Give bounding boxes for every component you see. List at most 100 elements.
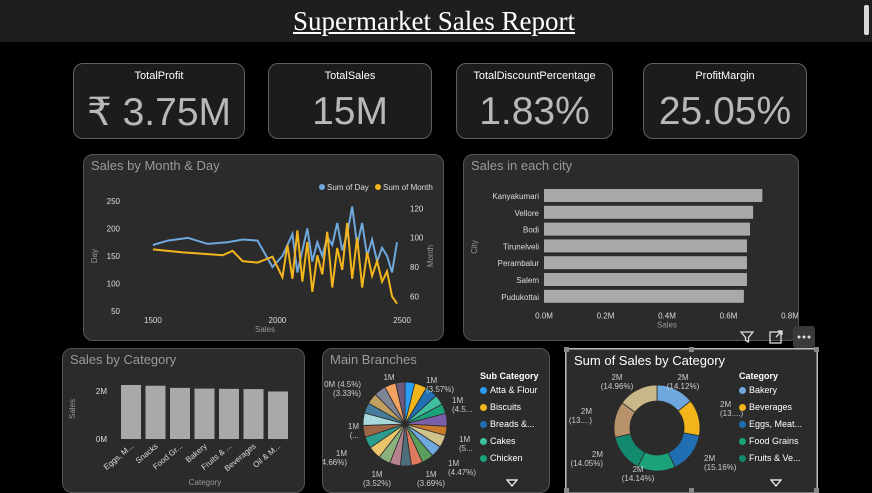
data-label: (14.12%) (667, 382, 700, 391)
kpi-profit-margin[interactable]: ProfitMargin 25.05% (643, 63, 807, 139)
legend-item[interactable]: Beverages (739, 402, 792, 412)
kpi-label: TotalSales (324, 70, 376, 82)
data-label: 1M (336, 449, 347, 458)
y-tick-label: 0M (96, 435, 107, 444)
category-bar (170, 387, 190, 439)
data-label: (13....) (569, 416, 592, 425)
data-label: (4.5... (452, 405, 472, 414)
data-label: 1M (459, 435, 470, 444)
x-tick-label: 2000 (269, 316, 287, 325)
category-panel[interactable]: Sales by Category 2M 0M Eggs, M... Snacks Fo… (62, 348, 305, 493)
kpi-label: ProfitMargin (695, 70, 755, 82)
legend-item[interactable]: Breads &... (480, 419, 535, 429)
focus-mode-icon[interactable] (765, 326, 787, 348)
category-label: Eggs, M... (102, 442, 135, 472)
category-bar (219, 388, 239, 439)
legend-label: Fruits & Ve... (749, 453, 801, 463)
legend-label: Food Grains (749, 436, 799, 446)
resize-handle[interactable] (564, 488, 569, 493)
kpi-total-sales[interactable]: TotalSales 15M (268, 63, 432, 139)
x-axis-label: Category (189, 478, 221, 487)
city-panel[interactable]: Sales in each city Kanyakumari Vellore Bod… (463, 154, 799, 341)
city-bar (544, 256, 747, 270)
legend-dot (739, 438, 746, 445)
visual-header-toolbar (736, 326, 818, 348)
category-bar (194, 388, 215, 439)
kpi-total-discount[interactable]: TotalDiscountPercentage 1.83% (456, 63, 613, 139)
legend-item[interactable]: Biscuits (480, 402, 521, 412)
month-day-panel[interactable]: Sales by Month & Day Sum of Day Sum of Mo… (83, 154, 444, 341)
legend-item[interactable]: Chicken (480, 453, 523, 463)
city-label: Kanyakumari (492, 192, 539, 201)
y-axis-label: Sales (68, 399, 77, 419)
y2-tick-label: 80 (410, 263, 419, 272)
city-bar (544, 222, 751, 236)
city-label: Pudukottai (501, 293, 539, 302)
legend-item[interactable]: Bakery (739, 385, 777, 395)
city-bar (544, 189, 763, 202)
data-label: (14.96%) (601, 382, 634, 391)
legend-item[interactable]: Food Grains (739, 436, 799, 446)
x-tick-label: 0.4M (658, 312, 676, 321)
legend-scroll-down-icon[interactable] (769, 475, 783, 492)
month-day-chart: Sum of Day Sum of Month 250 200 150 100 50 120 1… (90, 183, 435, 334)
donut-slice (614, 433, 646, 468)
y2-tick-label: 60 (410, 292, 419, 301)
data-label: 1M (383, 373, 394, 382)
filter-icon[interactable] (736, 326, 758, 348)
data-label: 2M (581, 407, 592, 416)
branches-panel[interactable]: Main Branches 1M (3.57%) 1M (4.5... 1M (5... 1… (322, 348, 550, 493)
x-tick-label: 0.0M (535, 312, 553, 321)
legend-title: Category (739, 371, 779, 381)
sum-category-panel[interactable]: Sum of Sales by Category 2M (14.12%) 2M (13… (565, 348, 818, 493)
y-tick-label: 2M (96, 387, 107, 396)
data-label: 1M (348, 422, 359, 431)
data-label: (4.47%) (448, 468, 476, 477)
data-label: (5... (459, 444, 473, 453)
category-bar (145, 385, 166, 439)
title-bar: Supermarket Sales Report (0, 0, 872, 42)
scrollbar-thumb[interactable] (864, 5, 869, 35)
resize-handle[interactable] (564, 347, 569, 352)
legend-label: Breads &... (490, 419, 535, 429)
city-bar (544, 205, 754, 219)
city-chart: Kanyakumari Vellore Bodi Tirunelveli Peramba… (470, 189, 799, 330)
legend-dot (480, 455, 487, 462)
city-label: Perambalur (498, 259, 540, 268)
legend-dot (739, 387, 746, 394)
legend-dot (739, 455, 746, 462)
legend-dot (480, 438, 487, 445)
x-tick-label: 0.8M (781, 312, 799, 321)
data-label: (15.16%) (704, 463, 737, 472)
legend-marker (375, 184, 381, 190)
data-label: (... (350, 431, 359, 440)
city-bar (544, 273, 747, 286)
legend-label: Sum of Month (383, 183, 433, 192)
kpi-value: ₹ 3.75M (86, 91, 232, 134)
category-bar (243, 389, 264, 439)
kpi-total-profit[interactable]: TotalProfit ₹ 3.75M (73, 63, 245, 139)
data-label: (3.33%) (333, 389, 361, 398)
resize-handle[interactable] (814, 488, 819, 493)
data-label: (14.05%) (571, 459, 604, 468)
y-axis-label: Day (90, 249, 99, 263)
kpi-value: 15M (312, 90, 388, 133)
legend-item[interactable]: Eggs, Meat... (739, 419, 802, 429)
data-label: 2M (720, 400, 731, 409)
legend-label: Atta & Flour (490, 385, 538, 395)
data-label: 1M (426, 376, 437, 385)
legend-item[interactable]: Cakes (480, 436, 516, 446)
legend-item[interactable]: Fruits & Ve... (739, 453, 801, 463)
legend-scroll-down-icon[interactable] (505, 475, 519, 492)
kpi-label: TotalProfit (134, 70, 184, 82)
more-options-icon[interactable] (793, 326, 815, 348)
x-tick-label: 1500 (144, 316, 162, 325)
resize-handle[interactable] (814, 347, 819, 352)
resize-handle[interactable] (689, 488, 694, 493)
data-label: 2M (677, 373, 688, 382)
data-label: (4.66%) (323, 458, 347, 467)
legend-item[interactable]: Atta & Flour (480, 385, 538, 395)
x-tick-label: 0.6M (720, 312, 738, 321)
y2-tick-label: 120 (410, 204, 424, 213)
resize-handle[interactable] (689, 347, 694, 352)
